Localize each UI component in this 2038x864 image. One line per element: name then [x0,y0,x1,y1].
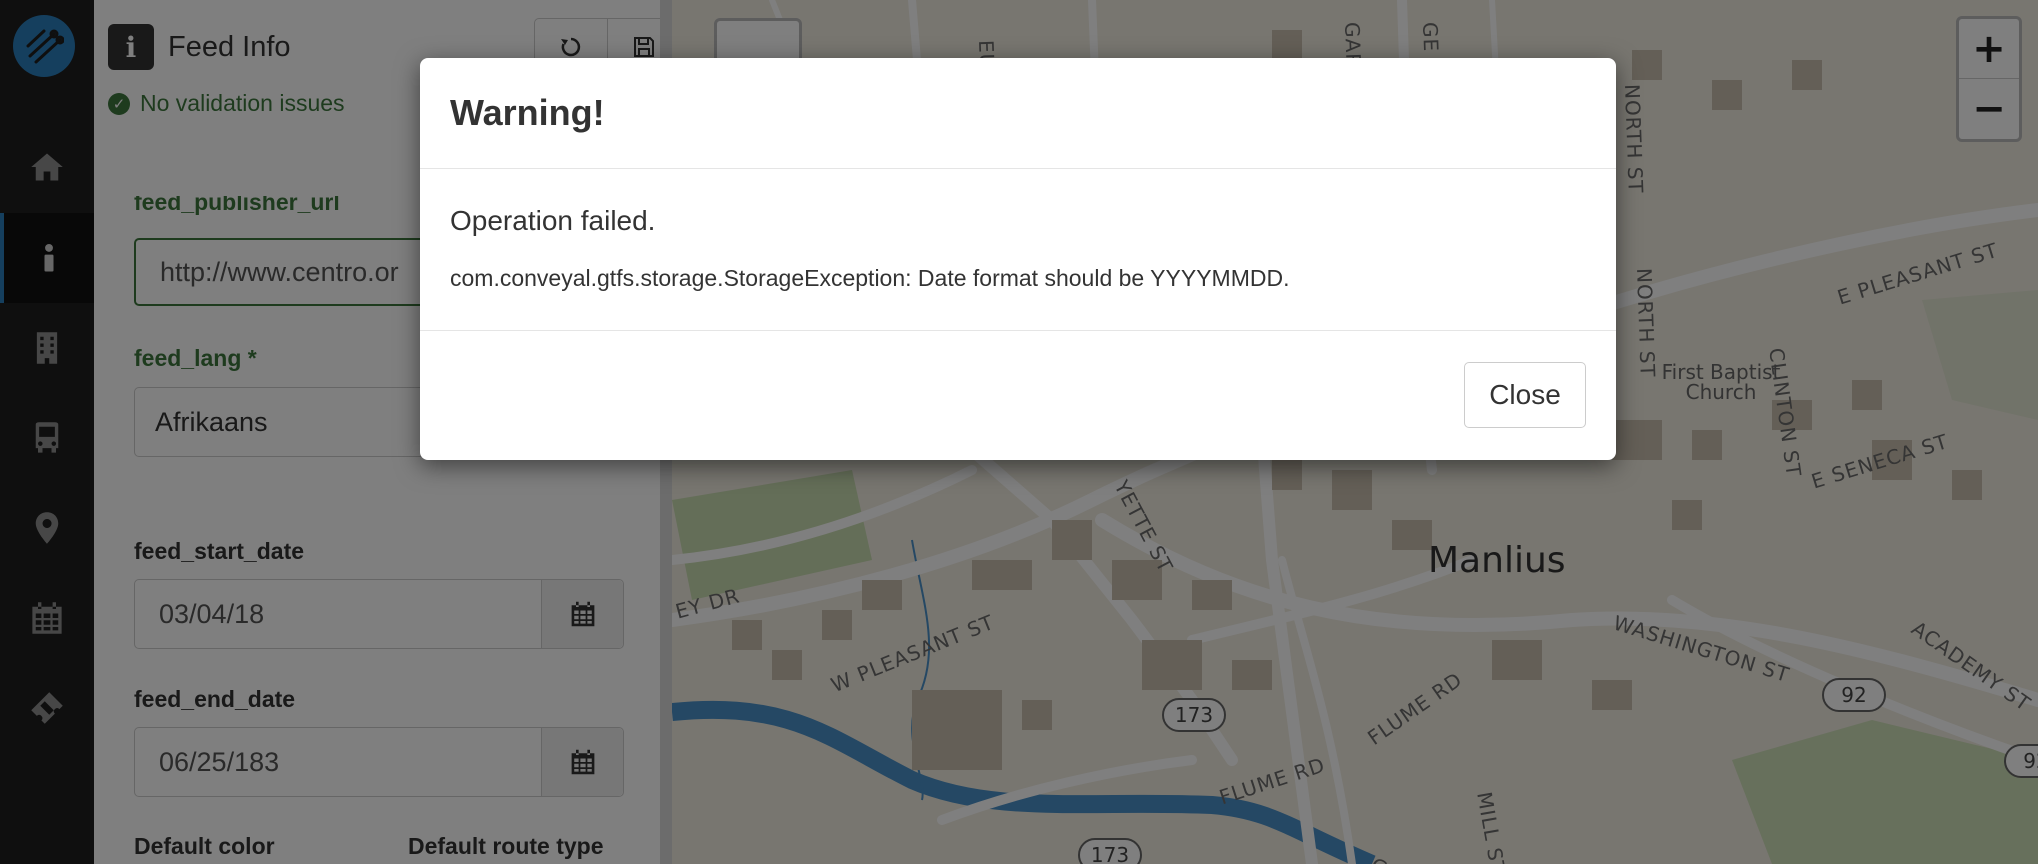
modal-title: Warning! [450,92,605,133]
close-button[interactable]: Close [1464,362,1586,428]
modal-message: Operation failed. [450,205,656,236]
warning-modal: Warning! Operation failed. com.conveyal.… [420,58,1616,460]
modal-error-detail: com.conveyal.gtfs.storage.StorageExcepti… [450,265,1290,291]
modal-body: Operation failed. com.conveyal.gtfs.stor… [420,169,1616,331]
modal-header: Warning! [420,58,1616,169]
modal-footer: Close [420,331,1616,459]
